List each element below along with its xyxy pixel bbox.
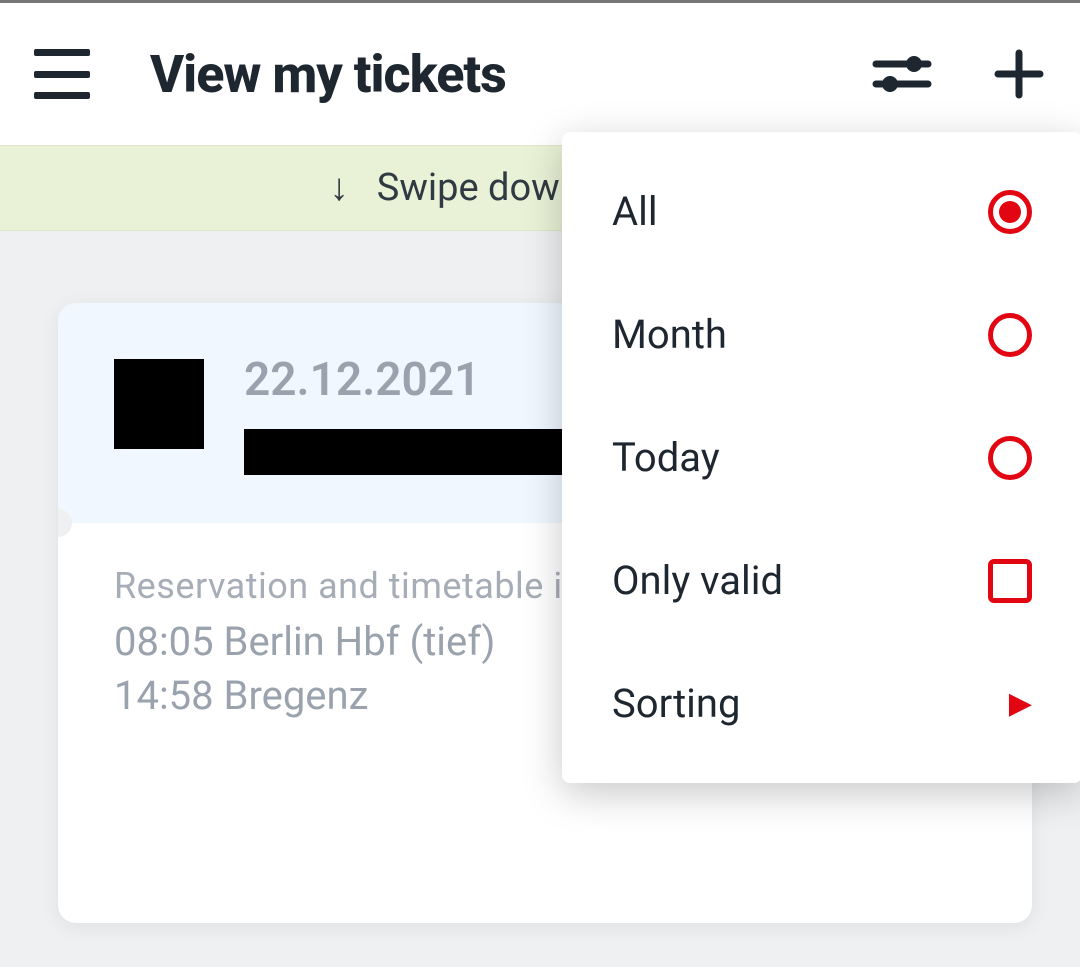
filter-option-label: Month (612, 311, 727, 358)
filter-option-label: All (612, 188, 658, 235)
filter-settings-icon[interactable] (872, 50, 932, 98)
filter-option-label: Only valid (612, 557, 783, 604)
radio-icon (988, 313, 1032, 357)
ticket-type-icon (114, 359, 204, 449)
radio-icon (988, 436, 1032, 480)
add-icon[interactable] (992, 47, 1046, 101)
chevron-right-icon: ▶ (1009, 686, 1032, 721)
menu-icon[interactable] (34, 49, 90, 99)
checkbox-icon (988, 559, 1032, 603)
filter-option-only-valid[interactable]: Only valid (562, 519, 1080, 642)
filter-option-label: Today (612, 434, 720, 481)
filter-option-today[interactable]: Today (562, 396, 1080, 519)
ticket-name-redacted (244, 429, 564, 475)
filter-option-sorting[interactable]: Sorting ▶ (562, 642, 1080, 765)
filter-menu: All Month Today Only valid Sorting ▶ (562, 132, 1080, 783)
filter-option-all[interactable]: All (562, 150, 1080, 273)
filter-option-label: Sorting (612, 680, 740, 727)
arrow-down-icon: ↓ (330, 166, 349, 210)
ticket-date: 22.12.2021 (244, 353, 564, 407)
radio-icon (988, 190, 1032, 234)
top-bar: View my tickets (0, 0, 1080, 145)
page-title: View my tickets (150, 44, 812, 105)
filter-option-month[interactable]: Month (562, 273, 1080, 396)
